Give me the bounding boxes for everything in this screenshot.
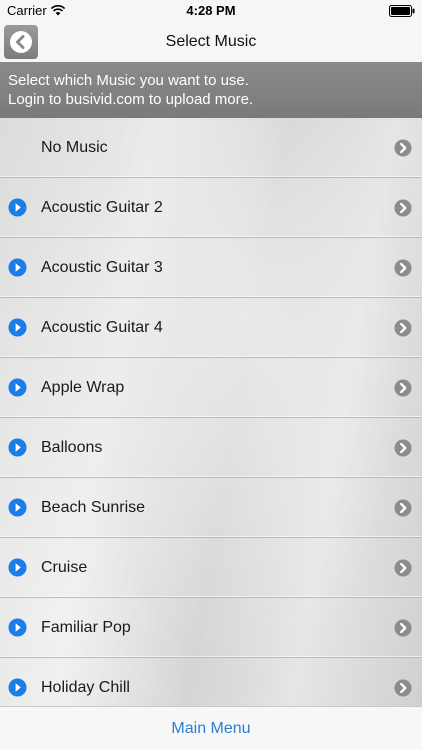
music-list-item[interactable]: Familiar Pop bbox=[0, 598, 422, 658]
music-item-label: Holiday Chill bbox=[41, 679, 130, 696]
chevron-right-icon[interactable] bbox=[394, 259, 412, 277]
music-item-label: No Music bbox=[41, 139, 108, 156]
play-icon[interactable] bbox=[8, 198, 27, 217]
battery-icon bbox=[389, 5, 415, 17]
status-time: 4:28 PM bbox=[186, 3, 236, 18]
music-list-item[interactable]: Cruise bbox=[0, 538, 422, 598]
music-item-label: Cruise bbox=[41, 559, 88, 576]
play-icon[interactable] bbox=[8, 678, 27, 697]
chevron-right-icon[interactable] bbox=[394, 499, 412, 517]
music-item-label: Apple Wrap bbox=[41, 379, 125, 396]
chevron-right-icon[interactable] bbox=[394, 619, 412, 637]
banner-line-1: Select which Music you want to use. bbox=[8, 72, 249, 89]
back-button[interactable] bbox=[4, 25, 38, 59]
music-list-item[interactable]: Beach Sunrise bbox=[0, 478, 422, 538]
chevron-right-icon[interactable] bbox=[394, 439, 412, 457]
navigation-bar: Select Music bbox=[0, 22, 422, 63]
chevron-right-icon[interactable] bbox=[394, 679, 412, 697]
screen: Carrier 4:28 PM Select Music Select whic… bbox=[0, 0, 422, 750]
music-item-label: Beach Sunrise bbox=[41, 499, 146, 516]
chevron-right-icon[interactable] bbox=[394, 199, 412, 217]
info-banner: Select which Music you want to use. Logi… bbox=[0, 62, 422, 118]
music-list-item[interactable]: Apple Wrap bbox=[0, 358, 422, 418]
status-bar: Carrier 4:28 PM bbox=[0, 0, 422, 22]
chevron-left-icon bbox=[10, 31, 32, 53]
play-icon[interactable] bbox=[8, 258, 27, 277]
chevron-right-icon[interactable] bbox=[394, 139, 412, 157]
music-list-item[interactable]: Acoustic Guitar 2 bbox=[0, 178, 422, 238]
play-icon[interactable] bbox=[8, 618, 27, 637]
main-menu-button[interactable]: Main Menu bbox=[0, 707, 422, 750]
play-icon[interactable] bbox=[8, 498, 27, 517]
music-item-label: Familiar Pop bbox=[41, 619, 131, 636]
banner-line-2: Login to busivid.com to upload more. bbox=[8, 91, 254, 108]
play-icon[interactable] bbox=[8, 378, 27, 397]
music-list-item[interactable]: Acoustic Guitar 3 bbox=[0, 238, 422, 298]
music-list-item[interactable]: Holiday Chill bbox=[0, 658, 422, 706]
play-icon[interactable] bbox=[8, 438, 27, 457]
chevron-right-icon[interactable] bbox=[394, 559, 412, 577]
music-list: No Music Acoustic Guitar 2 Acoustic Guitar… bbox=[0, 118, 422, 706]
music-list-item[interactable]: Acoustic Guitar 4 bbox=[0, 298, 422, 358]
page-title: Select Music bbox=[165, 33, 257, 50]
chevron-right-icon[interactable] bbox=[394, 319, 412, 337]
play-icon[interactable] bbox=[8, 318, 27, 337]
play-icon[interactable] bbox=[8, 558, 27, 577]
music-item-label: Balloons bbox=[41, 439, 103, 456]
music-item-label: Acoustic Guitar 2 bbox=[41, 199, 163, 216]
music-list-item[interactable]: Balloons bbox=[0, 418, 422, 478]
music-item-label: Acoustic Guitar 4 bbox=[41, 319, 163, 336]
chevron-right-icon[interactable] bbox=[394, 379, 412, 397]
footer-bar: Main Menu bbox=[0, 706, 422, 750]
music-item-label: Acoustic Guitar 3 bbox=[41, 259, 163, 276]
music-list-item[interactable]: No Music bbox=[0, 118, 422, 178]
